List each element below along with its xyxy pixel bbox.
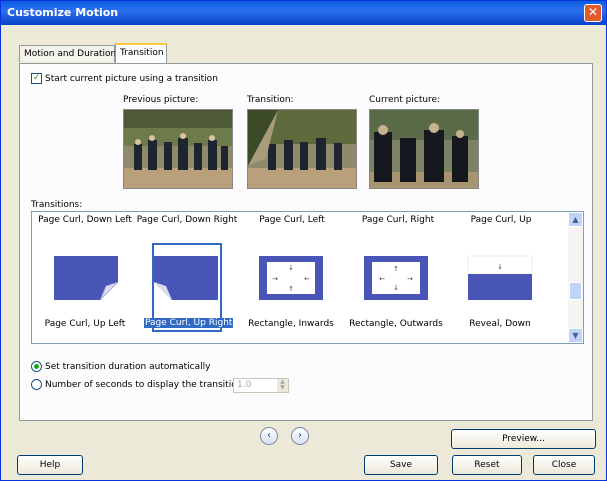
rectangle-inwards-icon: ↓ ↑ → ← bbox=[253, 252, 329, 304]
current-picture-label: Current picture: bbox=[369, 95, 441, 105]
tab-label: Motion and Duration bbox=[24, 49, 117, 59]
close-button[interactable]: Close bbox=[533, 455, 595, 475]
reveal-down-icon: ↓ bbox=[462, 252, 538, 304]
close-icon: ✕ bbox=[587, 5, 599, 19]
title-bar: Customize Motion ✕ bbox=[1, 1, 606, 25]
previous-picture-button[interactable]: ‹ bbox=[260, 427, 278, 445]
svg-text:←: ← bbox=[379, 275, 385, 283]
preview-button[interactable]: Preview... bbox=[451, 429, 596, 449]
close-window-button[interactable]: ✕ bbox=[584, 4, 602, 22]
scroll-down-button[interactable]: ▼ bbox=[568, 328, 583, 343]
auto-duration-radio[interactable] bbox=[31, 361, 42, 372]
rectangle-outwards-icon: ↑ ↓ ← → bbox=[358, 252, 434, 304]
close-button-label: Close bbox=[551, 460, 577, 470]
spinner-buttons[interactable]: ▲ ▼ bbox=[277, 379, 288, 392]
gallery-item-label: Rectangle, Inwards bbox=[248, 319, 334, 329]
svg-text:←: ← bbox=[304, 275, 310, 283]
svg-text:→: → bbox=[272, 275, 278, 283]
help-button-label: Help bbox=[39, 460, 61, 470]
customize-motion-dialog: Customize Motion ✕ Motion and Duration T… bbox=[0, 0, 607, 481]
auto-duration-label: Set transition duration automatically bbox=[45, 362, 211, 372]
transitions-gallery[interactable]: Page Curl, Down Left Page Curl, Down Rig… bbox=[31, 211, 584, 344]
start-transition-label: Start current picture using a transition bbox=[45, 74, 218, 84]
svg-text:↑: ↑ bbox=[288, 285, 294, 293]
svg-text:↓: ↓ bbox=[288, 264, 294, 272]
start-transition-checkbox[interactable]: ✓ bbox=[31, 73, 42, 84]
save-button-label: Save bbox=[389, 460, 413, 470]
scroll-up-button[interactable]: ▲ bbox=[568, 212, 583, 227]
gallery-item-label: Page Curl, Up Left bbox=[44, 319, 126, 329]
save-button[interactable]: Save bbox=[364, 455, 438, 475]
gallery-item-page-curl-left[interactable]: Page Curl, Left bbox=[237, 215, 347, 225]
page-curl-up-right-icon bbox=[148, 252, 224, 304]
tab-label: Transition bbox=[120, 48, 164, 58]
chevron-down-icon: ▼ bbox=[572, 331, 579, 340]
help-button[interactable]: Help bbox=[17, 455, 83, 475]
gallery-item-page-curl-right[interactable]: Page Curl, Right bbox=[343, 215, 453, 225]
scroll-thumb[interactable] bbox=[569, 282, 582, 300]
gallery-item-page-curl-up[interactable]: Page Curl, Up bbox=[446, 215, 556, 225]
arrow-right-icon: › bbox=[298, 430, 302, 441]
previous-picture-label: Previous picture: bbox=[123, 95, 199, 105]
transitions-label: Transitions: bbox=[31, 200, 83, 210]
seconds-spinner[interactable]: 1.0 ▲ ▼ bbox=[233, 378, 289, 393]
reset-button[interactable]: Reset bbox=[452, 455, 522, 475]
tab-motion-and-duration[interactable]: Motion and Duration bbox=[19, 45, 117, 62]
transition-preview-label: Transition: bbox=[247, 95, 294, 105]
seconds-duration-label: Number of seconds to display the transit… bbox=[45, 380, 243, 390]
window-title: Customize Motion bbox=[7, 6, 119, 19]
gallery-scrollbar[interactable]: ▲ ▼ bbox=[568, 212, 583, 343]
svg-text:↓: ↓ bbox=[497, 263, 503, 271]
radio-selected-dot bbox=[34, 364, 39, 369]
gallery-item-label: Page Curl, Up Right bbox=[144, 318, 234, 328]
tab-transition[interactable]: Transition bbox=[115, 43, 167, 63]
page-curl-up-left-icon bbox=[48, 252, 124, 304]
svg-text:↑: ↑ bbox=[393, 265, 399, 273]
gallery-item-label: Rectangle, Outwards bbox=[349, 319, 443, 329]
transition-preview-thumbnail bbox=[247, 109, 357, 189]
gallery-item-label: Reveal, Down bbox=[469, 319, 531, 329]
current-picture-thumbnail bbox=[369, 109, 479, 189]
reset-button-label: Reset bbox=[474, 460, 500, 470]
arrow-left-icon: ‹ bbox=[267, 430, 271, 441]
chevron-up-icon: ▲ bbox=[572, 215, 579, 224]
next-picture-button[interactable]: › bbox=[291, 427, 309, 445]
gallery-item-page-curl-down-left[interactable]: Page Curl, Down Left bbox=[32, 215, 140, 225]
seconds-duration-radio[interactable] bbox=[31, 379, 42, 390]
previous-picture-thumbnail bbox=[123, 109, 233, 189]
svg-text:→: → bbox=[407, 275, 413, 283]
preview-button-label: Preview... bbox=[502, 434, 545, 444]
seconds-value: 1.0 bbox=[237, 380, 252, 390]
gallery-item-page-curl-down-right[interactable]: Page Curl, Down Right bbox=[132, 215, 242, 225]
svg-text:↓: ↓ bbox=[393, 284, 399, 292]
